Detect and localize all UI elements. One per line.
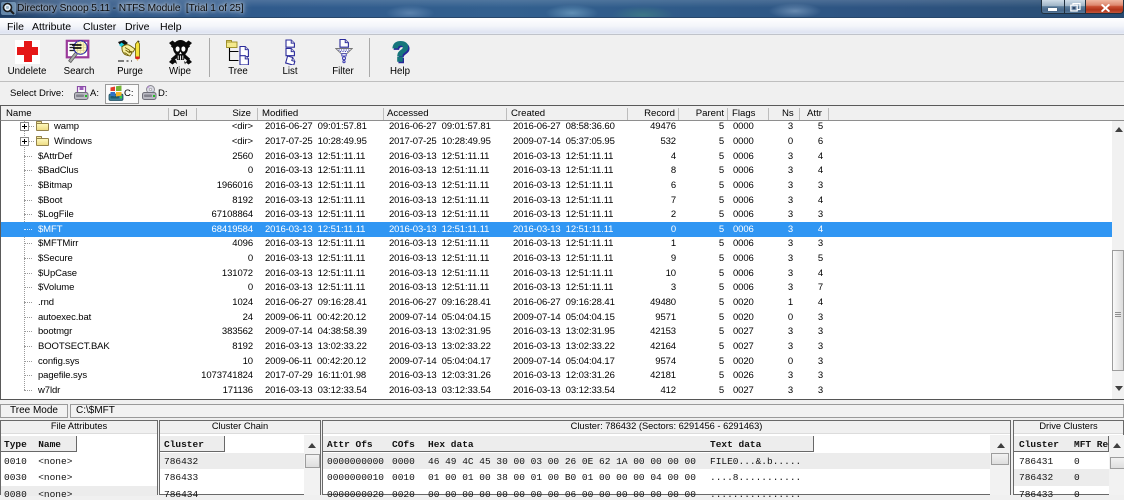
svg-text:?: ? [392, 38, 409, 66]
